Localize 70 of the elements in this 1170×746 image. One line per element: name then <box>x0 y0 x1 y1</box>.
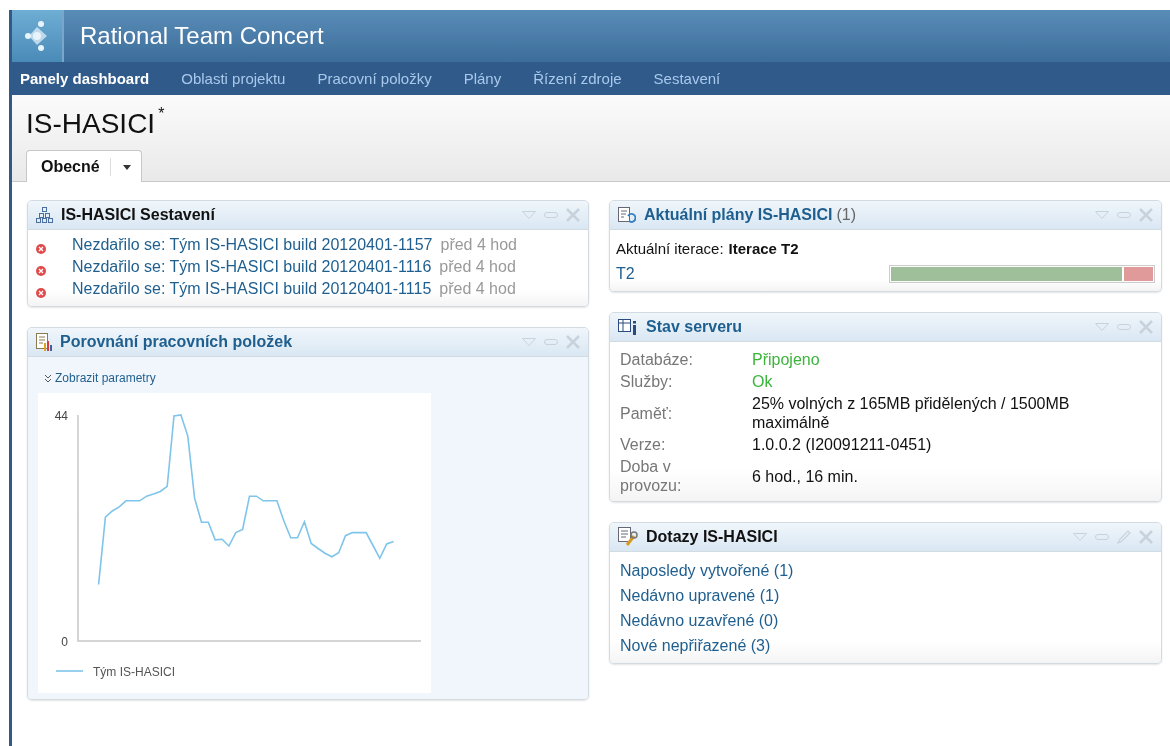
close-icon[interactable] <box>566 335 580 349</box>
dashboard-tab[interactable]: Obecné <box>26 150 142 182</box>
logo-icon <box>12 10 64 62</box>
nav-tab[interactable]: Pracovní položky <box>317 70 432 87</box>
build-link[interactable]: Nezdařilo se: Tým IS-HASICI build 20120401-1116 <box>72 258 432 276</box>
page-title: IS-HASICI <box>26 108 156 139</box>
build-time: před 4 hod <box>439 258 516 276</box>
build-time: před 4 hod <box>439 280 516 298</box>
build-link[interactable]: Nezdařilo se: Tým IS-HASICI build 20120401-1157 <box>72 236 433 254</box>
close-icon[interactable] <box>1139 530 1153 544</box>
query-list-icon <box>618 527 638 547</box>
plan-count: (1) <box>836 206 857 224</box>
dropdown-icon[interactable] <box>1095 211 1109 219</box>
iteration-label: Aktuální iterace: <box>616 240 724 257</box>
status-label: Služby: <box>620 372 674 391</box>
minimize-icon[interactable] <box>1117 212 1131 218</box>
nav-tab[interactable]: Panely dashboard <box>20 70 150 87</box>
status-label: Verze: <box>620 435 667 454</box>
dropdown-icon[interactable] <box>522 338 536 346</box>
info-table-icon <box>618 318 638 336</box>
plan-link[interactable]: T2 <box>616 265 635 283</box>
nav-tab[interactable]: Oblasti projektu <box>181 70 286 87</box>
nav-tab[interactable]: Plány <box>463 70 502 87</box>
error-icon <box>36 244 46 254</box>
error-icon <box>36 266 46 276</box>
status-value: 1.0.0.2 (I20091211-0451) <box>752 435 933 454</box>
double-chevron-icon <box>44 373 52 383</box>
legend-label: Tým IS-HASICI <box>93 665 175 679</box>
build-link[interactable]: Nezdařilo se: Tým IS-HASICI build 20120401-1115 <box>72 280 432 298</box>
hierarchy-icon <box>36 207 53 223</box>
nav-tab[interactable]: Řízení zdroje <box>533 70 622 87</box>
widget-title: Porovnání pracovních položek <box>60 333 293 351</box>
status-label: Databáze: <box>620 350 694 369</box>
query-link[interactable]: Naposledy vytvořené (1) <box>620 562 1151 580</box>
show-parameters-link[interactable]: Zobrazit parametry <box>44 371 578 385</box>
iteration-value: Iterace T2 <box>728 240 799 257</box>
close-icon[interactable] <box>1139 208 1153 222</box>
app-title: Rational Team Concert <box>80 22 324 50</box>
status-label: Paměť: <box>620 403 674 423</box>
modified-mark: * <box>158 105 165 122</box>
query-link[interactable]: Nové nepřiřazené (3) <box>620 637 1151 655</box>
dropdown-icon[interactable] <box>1073 533 1087 541</box>
close-icon[interactable] <box>1139 320 1153 334</box>
widget-title: IS-HASICI Sestavení <box>61 206 215 224</box>
dropdown-icon[interactable] <box>1095 323 1109 331</box>
widget-title: Dotazy IS-HASICI <box>646 528 778 546</box>
status-value: Připojeno <box>752 350 821 369</box>
query-link[interactable]: Nedávno upravené (1) <box>620 587 1151 605</box>
axis-tick-label: 0 <box>61 635 68 649</box>
caret-icon[interactable] <box>122 164 131 170</box>
minimize-icon[interactable] <box>544 339 558 345</box>
minimize-icon[interactable] <box>544 212 558 218</box>
nav-tab[interactable]: Sestavení <box>653 70 721 87</box>
widget-title: Aktuální plány IS-HASICI <box>644 206 833 224</box>
status-value: Ok <box>752 372 774 391</box>
error-icon <box>36 288 46 298</box>
close-icon[interactable] <box>566 208 580 222</box>
axis-tick-label: 44 <box>54 409 68 423</box>
query-link[interactable]: Nedávno uzavřené (0) <box>620 612 1151 630</box>
minimize-icon[interactable] <box>1117 324 1131 330</box>
refresh-document-icon <box>618 206 636 224</box>
report-icon <box>36 333 52 351</box>
minimize-icon[interactable] <box>1095 534 1109 540</box>
build-time: před 4 hod <box>440 236 517 254</box>
status-value: 6 hod., 16 min. <box>752 466 859 486</box>
status-value: 25% volných z 165MB přidělených / 1500MB maximálně <box>752 394 1071 432</box>
widget-title: Stav serveru <box>646 318 743 336</box>
status-label: Doba v provozu: <box>620 457 683 495</box>
dropdown-icon[interactable] <box>522 211 536 219</box>
pencil-icon[interactable] <box>1117 530 1131 544</box>
